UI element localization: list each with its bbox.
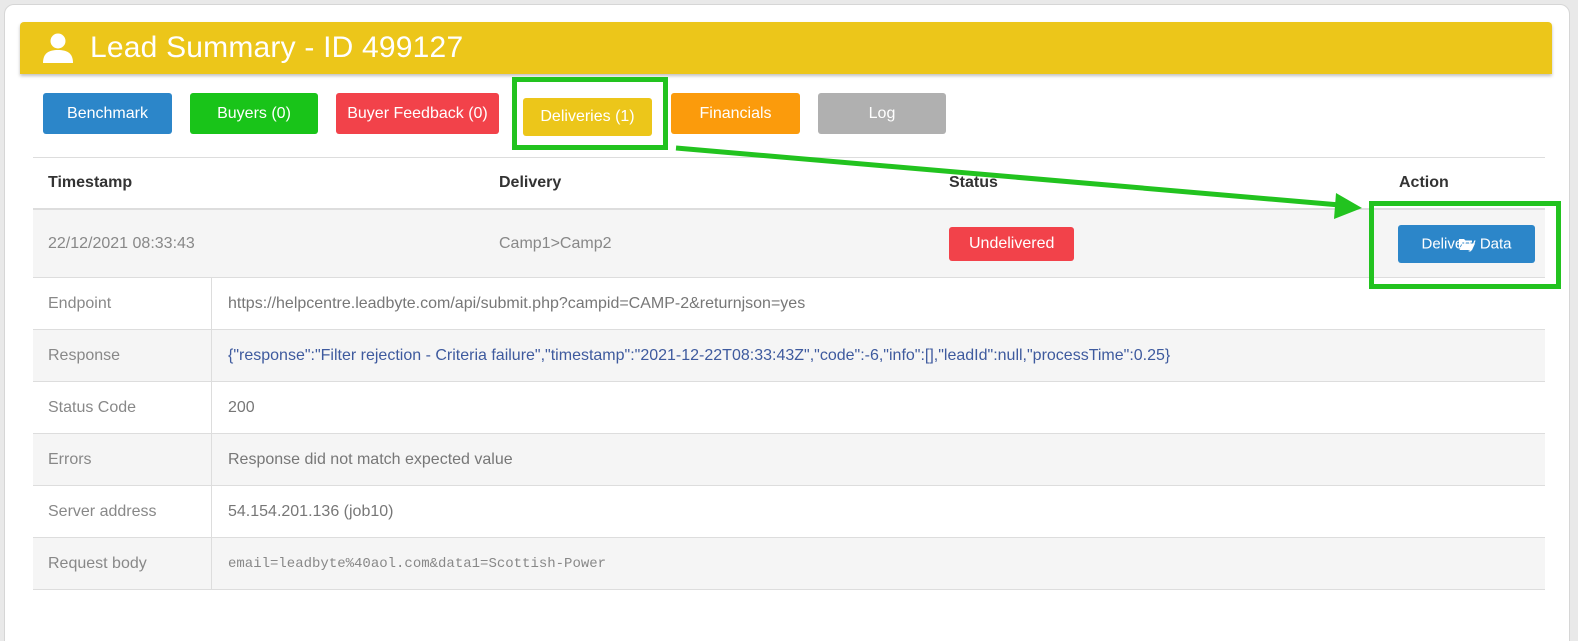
detail-label: Response [33, 330, 212, 381]
tab-benchmark[interactable]: Benchmark [43, 93, 172, 134]
tab-financials[interactable]: Financials [671, 93, 800, 134]
highlight-box-deliveries-tab [512, 77, 668, 150]
detail-row-request-body: Request body email=leadbyte%40aol.com&da… [33, 538, 1545, 590]
column-header-delivery: Delivery [499, 174, 562, 191]
highlight-box-delivery-data [1369, 201, 1561, 289]
column-header-action: Action [1399, 174, 1449, 191]
delivery-cell: Camp1>Camp2 [499, 234, 612, 252]
detail-row-response: Response {"response":"Filter rejection -… [33, 330, 1545, 382]
detail-label: Errors [33, 434, 212, 485]
detail-row-errors: Errors Response did not match expected v… [33, 434, 1545, 486]
detail-row-server-address: Server address 54.154.201.136 (job10) [33, 486, 1545, 538]
table-row: 22/12/2021 08:33:43 Camp1>Camp2 Undelive… [33, 210, 1545, 278]
column-header-status: Status [949, 174, 998, 191]
user-icon [43, 33, 73, 63]
detail-label: Status Code [33, 382, 212, 433]
tab-log[interactable]: Log [818, 93, 946, 134]
detail-label: Endpoint [33, 278, 212, 329]
detail-value: Response did not match expected value [228, 450, 513, 468]
table-header: Timestamp Delivery Status Action [33, 157, 1545, 210]
detail-value: {"response":"Filter rejection - Criteria… [228, 346, 1171, 364]
detail-row-status-code: Status Code 200 [33, 382, 1545, 434]
column-header-timestamp: Timestamp [48, 174, 133, 191]
detail-value: 54.154.201.136 (job10) [228, 502, 394, 520]
detail-label: Request body [33, 538, 212, 589]
detail-label: Server address [33, 486, 212, 537]
status-badge: Undelivered [949, 226, 1075, 261]
deliveries-table: Timestamp Delivery Status Action 22/12/2… [33, 157, 1545, 590]
tab-buyers[interactable]: Buyers (0) [190, 93, 318, 134]
detail-value: https://helpcentre.leadbyte.com/api/subm… [228, 294, 806, 312]
panel-header: Lead Summary - ID 499127 [20, 22, 1552, 74]
detail-value: 200 [228, 398, 255, 416]
page-title: Lead Summary - ID 499127 [90, 31, 464, 64]
detail-value: email=leadbyte%40aol.com&data1=Scottish-… [228, 555, 607, 572]
timestamp-cell: 22/12/2021 08:33:43 [48, 234, 195, 252]
tab-buyer-feedback[interactable]: Buyer Feedback (0) [336, 93, 499, 134]
detail-row-endpoint: Endpoint https://helpcentre.leadbyte.com… [33, 278, 1545, 330]
